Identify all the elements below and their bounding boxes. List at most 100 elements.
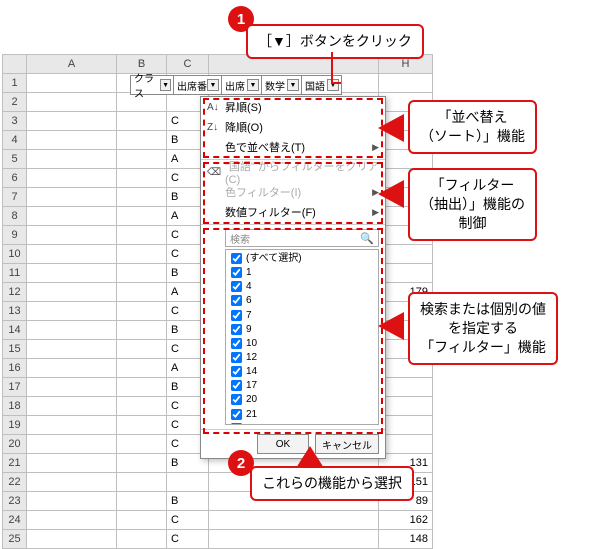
cell[interactable] — [27, 112, 117, 131]
cell[interactable] — [27, 207, 117, 226]
cell[interactable] — [27, 435, 117, 454]
cell[interactable] — [379, 378, 433, 397]
filter-check-item[interactable]: 1 — [230, 266, 374, 280]
cell[interactable] — [117, 454, 167, 473]
cell[interactable] — [117, 530, 167, 549]
cell[interactable] — [117, 359, 167, 378]
cell[interactable] — [379, 264, 433, 283]
cell[interactable] — [117, 321, 167, 340]
cell[interactable]: B — [167, 492, 209, 511]
cell[interactable] — [27, 359, 117, 378]
cell[interactable] — [27, 530, 117, 549]
row-header[interactable]: 12 — [3, 283, 27, 302]
filter-check-item[interactable]: 4 — [230, 280, 374, 294]
sort-descending[interactable]: Z↓ 降順(O) — [201, 117, 385, 137]
filter-check-item[interactable]: 21 — [230, 408, 374, 422]
filter-check-item[interactable]: 9 — [230, 323, 374, 337]
filter-dropdown-button[interactable]: ▼ — [207, 79, 219, 91]
cell[interactable] — [117, 302, 167, 321]
filter-check-item[interactable]: 14 — [230, 365, 374, 379]
cell[interactable] — [379, 435, 433, 454]
cell[interactable] — [117, 226, 167, 245]
row-header[interactable]: 20 — [3, 435, 27, 454]
sort-by-color[interactable]: 色で並べ替え(T) ▶ — [201, 137, 385, 157]
cell[interactable] — [117, 511, 167, 530]
cell[interactable] — [27, 245, 117, 264]
row-header[interactable]: 4 — [3, 131, 27, 150]
row-header[interactable]: 21 — [3, 454, 27, 473]
cell[interactable] — [117, 397, 167, 416]
cell[interactable] — [27, 454, 117, 473]
cell[interactable] — [117, 112, 167, 131]
filter-dropdown-button[interactable]: ▼ — [287, 79, 299, 91]
cell[interactable] — [117, 340, 167, 359]
row-header[interactable]: 2 — [3, 93, 27, 112]
row-header[interactable]: 9 — [3, 226, 27, 245]
cell[interactable] — [27, 492, 117, 511]
cell[interactable] — [117, 188, 167, 207]
cell[interactable] — [27, 188, 117, 207]
row-header[interactable]: 3 — [3, 112, 27, 131]
sort-ascending[interactable]: A↓ 昇順(S) — [201, 97, 385, 117]
row-header[interactable]: 11 — [3, 264, 27, 283]
cell[interactable] — [117, 283, 167, 302]
cell[interactable] — [27, 93, 117, 112]
row-header[interactable]: 23 — [3, 492, 27, 511]
cell[interactable] — [117, 435, 167, 454]
cell[interactable] — [27, 397, 117, 416]
cell[interactable] — [27, 264, 117, 283]
number-filter[interactable]: 数値フィルター(F) ▶ — [201, 202, 385, 222]
cell[interactable] — [117, 169, 167, 188]
cell[interactable] — [117, 416, 167, 435]
cell[interactable] — [117, 150, 167, 169]
row-header[interactable]: 13 — [3, 302, 27, 321]
cell[interactable] — [27, 74, 117, 93]
cell[interactable] — [209, 530, 379, 549]
col-header-A[interactable]: A — [27, 55, 117, 74]
cell[interactable] — [27, 302, 117, 321]
row-header[interactable]: 18 — [3, 397, 27, 416]
cell[interactable] — [27, 283, 117, 302]
cell[interactable] — [117, 264, 167, 283]
filter-check-item[interactable]: 24 — [230, 422, 374, 425]
cell[interactable] — [27, 226, 117, 245]
filter-check-item[interactable]: (すべて選択) — [230, 252, 374, 266]
cell[interactable] — [27, 511, 117, 530]
cell[interactable]: 162 — [379, 511, 433, 530]
row-header[interactable]: 7 — [3, 188, 27, 207]
row-header[interactable]: 6 — [3, 169, 27, 188]
filter-dropdown-button[interactable]: ▼ — [327, 79, 339, 91]
cell[interactable] — [117, 378, 167, 397]
row-header[interactable]: 5 — [3, 150, 27, 169]
filter-check-item[interactable]: 20 — [230, 393, 374, 407]
cell[interactable] — [117, 207, 167, 226]
col-header-C[interactable]: C — [167, 55, 209, 74]
filter-check-item[interactable]: 6 — [230, 294, 374, 308]
row-header[interactable]: 16 — [3, 359, 27, 378]
cell[interactable] — [27, 150, 117, 169]
cell[interactable] — [27, 131, 117, 150]
filter-check-item[interactable]: 7 — [230, 309, 374, 323]
cell[interactable] — [209, 511, 379, 530]
cell[interactable] — [379, 245, 433, 264]
row-header[interactable]: 14 — [3, 321, 27, 340]
row-header[interactable]: 24 — [3, 511, 27, 530]
cell[interactable] — [27, 321, 117, 340]
filter-checklist[interactable]: (すべて選択)14679101214172021242829 — [225, 249, 379, 425]
filter-check-item[interactable]: 12 — [230, 351, 374, 365]
cell[interactable] — [167, 473, 209, 492]
filter-dropdown-button[interactable]: ▼ — [247, 79, 259, 91]
select-all-corner[interactable] — [3, 55, 27, 74]
cancel-button[interactable]: キャンセル — [315, 434, 379, 454]
cell[interactable] — [117, 131, 167, 150]
filter-dropdown-button[interactable]: ▼ — [160, 79, 171, 91]
row-header[interactable]: 8 — [3, 207, 27, 226]
cell[interactable] — [379, 397, 433, 416]
row-header[interactable]: 22 — [3, 473, 27, 492]
cell[interactable] — [379, 416, 433, 435]
filter-search-input[interactable]: 検索 🔍 — [225, 229, 379, 247]
cell[interactable] — [117, 245, 167, 264]
row-header[interactable]: 25 — [3, 530, 27, 549]
cell[interactable] — [379, 74, 433, 93]
row-header[interactable]: 15 — [3, 340, 27, 359]
